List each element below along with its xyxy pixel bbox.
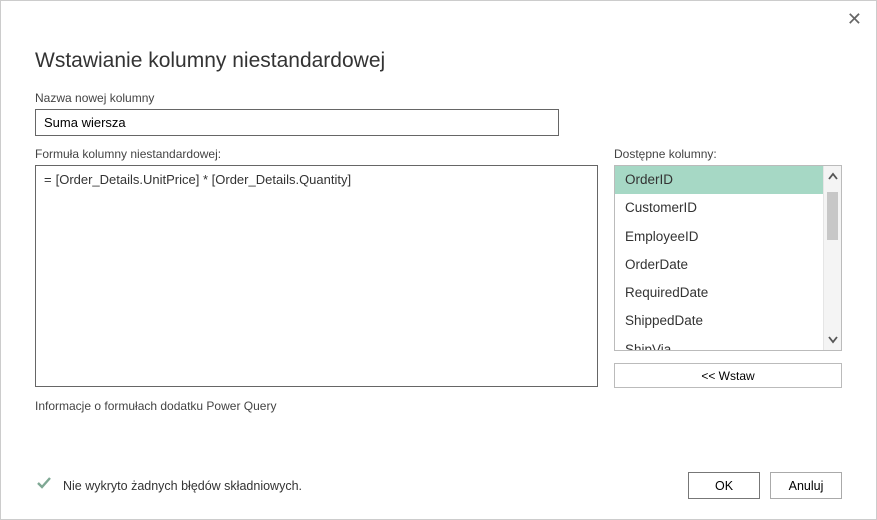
scroll-up-icon[interactable]	[824, 166, 841, 188]
column-item[interactable]: ShipVia	[615, 336, 823, 351]
scroll-down-icon[interactable]	[824, 328, 841, 350]
check-icon	[35, 474, 53, 497]
formula-box: = [Order_Details.UnitPrice] * [Order_Det…	[35, 165, 598, 387]
cancel-button[interactable]: Anuluj	[770, 472, 842, 499]
insert-button[interactable]: << Wstaw	[614, 363, 842, 388]
close-icon[interactable]: ✕	[847, 9, 862, 30]
powerquery-link[interactable]: Informacje o formułach dodatku Power Que…	[35, 399, 598, 413]
column-item[interactable]: OrderDate	[615, 251, 823, 279]
column-item[interactable]: RequiredDate	[615, 279, 823, 307]
dialog-title: Wstawianie kolumny niestandardowej	[35, 49, 842, 73]
scrollbar[interactable]	[823, 166, 841, 350]
formula-label: Formuła kolumny niestandardowej:	[35, 147, 598, 161]
column-item[interactable]: OrderID	[615, 166, 823, 194]
available-columns-list: OrderIDCustomerIDEmployeeIDOrderDateRequ…	[614, 165, 842, 351]
scroll-track[interactable]	[824, 188, 841, 328]
name-label: Nazwa nowej kolumny	[35, 91, 842, 105]
status-text: Nie wykryto żadnych błędów składniowych.	[63, 479, 678, 493]
ok-button[interactable]: OK	[688, 472, 760, 499]
column-item[interactable]: EmployeeID	[615, 223, 823, 251]
available-columns-label: Dostępne kolumny:	[614, 147, 842, 161]
formula-input[interactable]: [Order_Details.UnitPrice] * [Order_Detai…	[56, 166, 597, 386]
custom-column-dialog: ✕ Wstawianie kolumny niestandardowej Naz…	[1, 1, 876, 519]
column-item[interactable]: ShippedDate	[615, 307, 823, 335]
equals-sign: =	[36, 166, 56, 386]
column-item[interactable]: CustomerID	[615, 194, 823, 222]
dialog-footer: Nie wykryto żadnych błędów składniowych.…	[35, 472, 842, 499]
scroll-thumb[interactable]	[827, 192, 838, 240]
column-name-input[interactable]	[35, 109, 559, 136]
